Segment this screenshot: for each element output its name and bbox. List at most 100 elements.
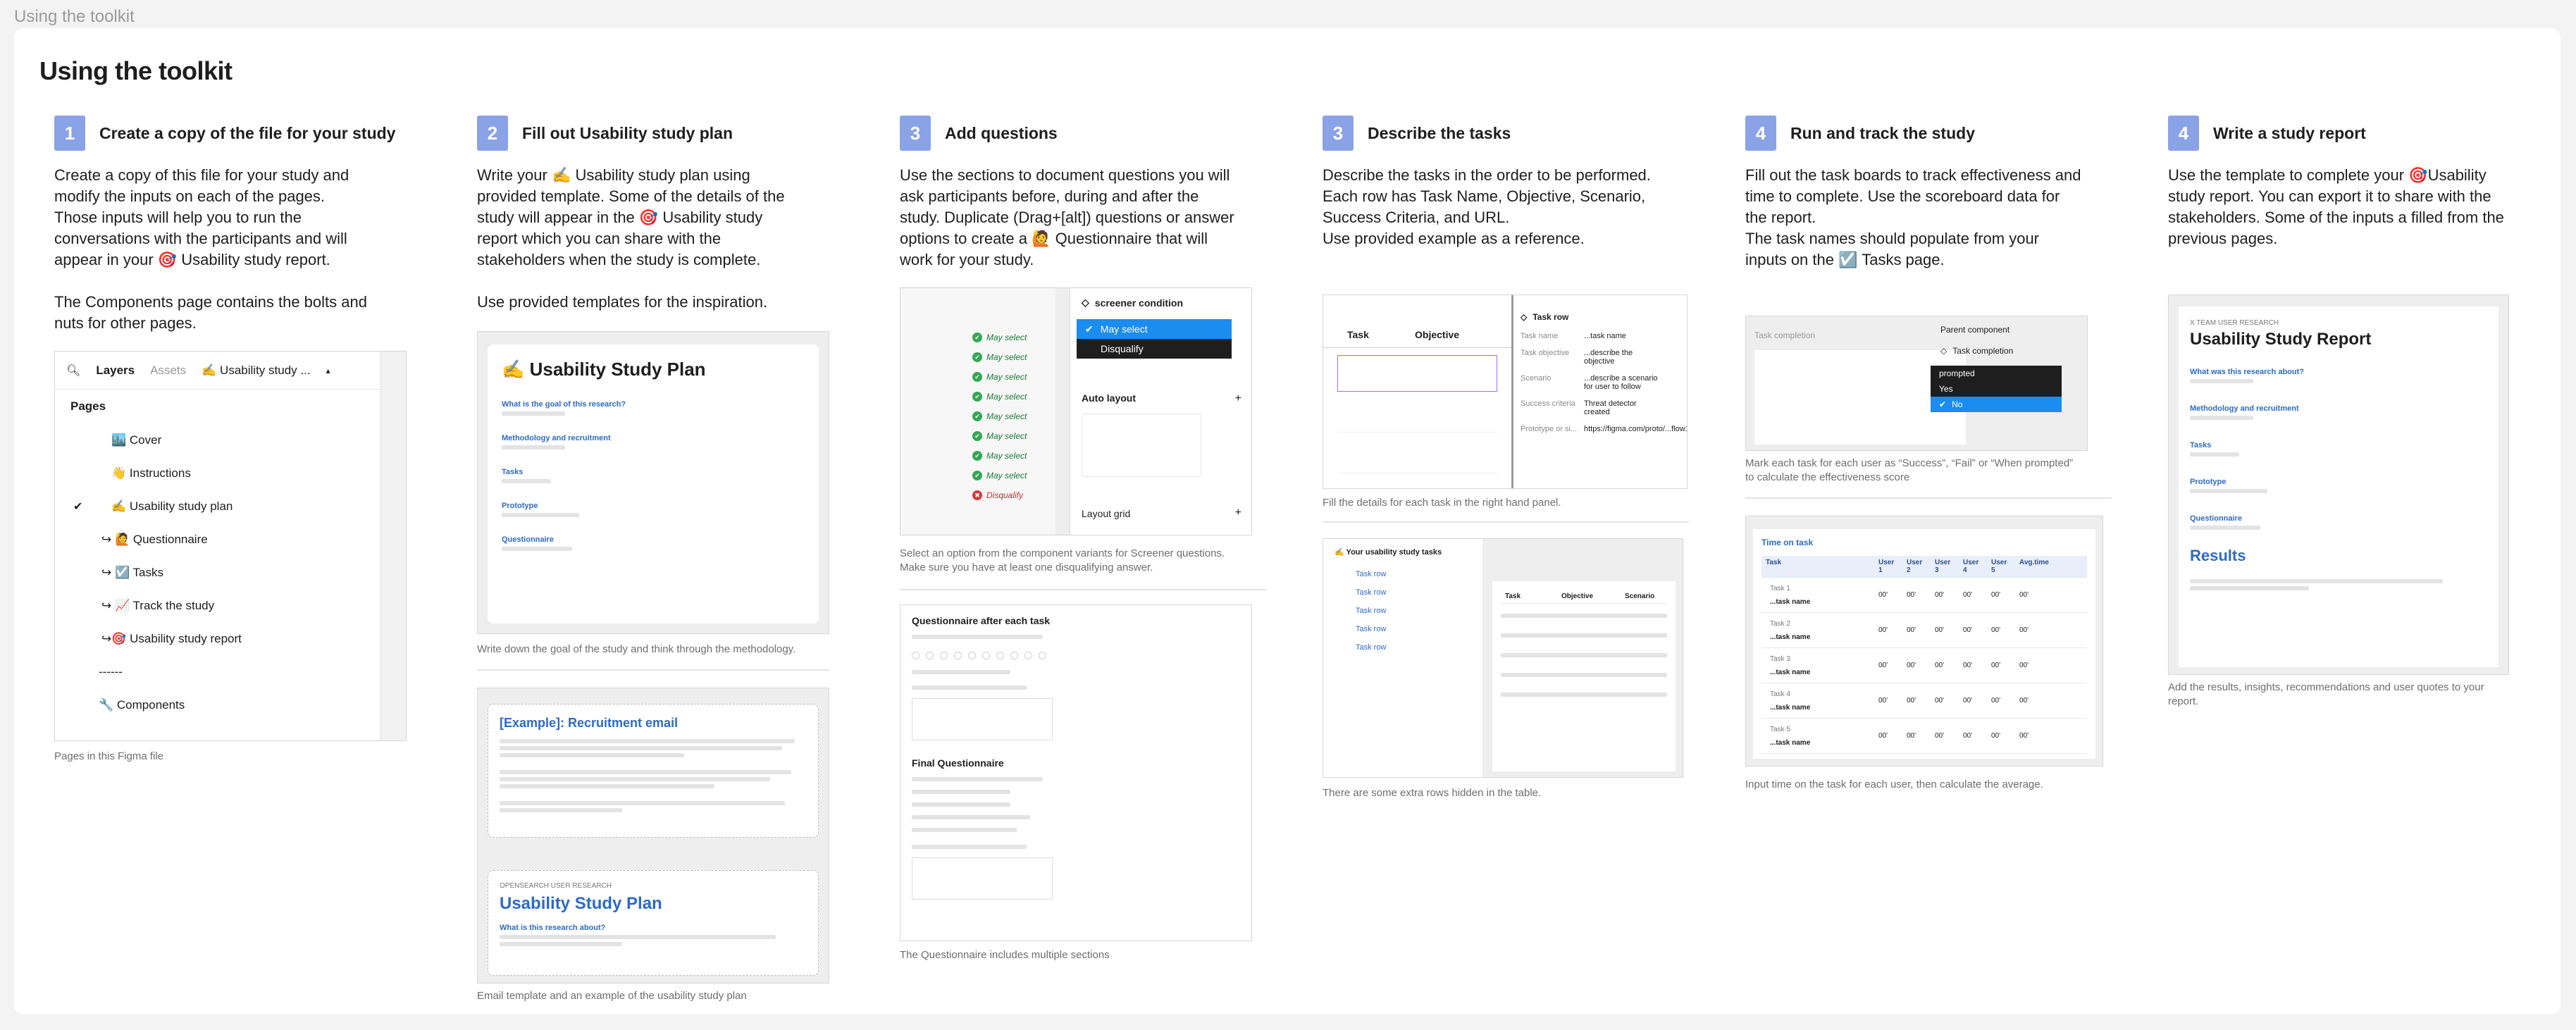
task-completion-title: Task completion (1754, 330, 1816, 340)
screener-condition-label[interactable]: screener condition (1095, 297, 1183, 309)
layout-grid-label: Layout grid (1082, 508, 1131, 519)
current-page-tab[interactable]: ✍️ Usability study ... (202, 364, 310, 378)
email-screenshot: [Example]: Recruitment email OPENSEARCH … (477, 688, 829, 984)
dropdown-option[interactable]: Yes (1931, 381, 2062, 397)
dropdown-option-selected[interactable]: ✔ May select (1077, 319, 1232, 339)
final-questionnaire-title: Final Questionnaire (912, 757, 1004, 769)
step-column-6: 4 Write a study report Use the template … (2168, 116, 2534, 249)
email-title: [Example]: Recruitment email (500, 716, 679, 730)
step-number: 3 (1323, 116, 1354, 151)
step-number: 2 (477, 116, 508, 151)
dropdown-option[interactable]: prompted (1931, 366, 2062, 381)
step-title: Create a copy of the file for your study (99, 123, 396, 142)
divider (1323, 521, 1689, 523)
table-row[interactable] (1337, 396, 1497, 433)
step-number: 4 (2168, 116, 2199, 151)
step-column-3: 3 Add questions Use the sections to docu… (900, 116, 1266, 271)
screener-screenshot: ✔ May select ✔ May select ✔ May select ✔ May… (900, 287, 1252, 535)
questionnaire-screenshot: Questionnaire after each task Final Ques… (900, 604, 1252, 941)
caption: Pages in this Figma file (54, 750, 164, 762)
caption: The Questionnaire includes multiple sect… (900, 949, 1110, 961)
column-header: Objective (1415, 329, 1460, 340)
table-row[interactable]: Task 4 ...task name 00' 00' 00' 00' 00' 00' (1761, 683, 2087, 719)
list-item[interactable]: Task row (1323, 583, 1482, 602)
table-row[interactable] (1337, 355, 1497, 392)
dropdown-option[interactable]: Disqualify (1077, 339, 1232, 359)
report-section: Methodology and recruitment (2190, 404, 2299, 413)
step-title: Add questions (945, 123, 1058, 142)
variant-dropdown[interactable]: ✔ May select Disqualify (1077, 319, 1232, 359)
report-section: Prototype (2190, 478, 2227, 486)
layers-tab[interactable]: Layers (96, 364, 135, 378)
step-description: Use the template to complete your 🎯Usabi… (2168, 166, 2504, 247)
add-icon[interactable]: + (1235, 507, 1241, 519)
caption: Write down the goal of the study and thi… (477, 643, 796, 655)
page-item[interactable]: 🔧 Components (55, 688, 406, 721)
column-header: Task (1347, 329, 1369, 340)
table-row[interactable]: Task 2 ...task name 00' 00' 00' 00' 00' 00' (1761, 613, 2087, 648)
email-eyebrow: OPENSEARCH USER RESEARCH (500, 882, 612, 890)
report-section: Questionnaire (2190, 514, 2242, 523)
page-item-separator[interactable]: ------ (55, 655, 406, 688)
page-item[interactable]: ↪🎯 Usability study report (55, 622, 406, 655)
caption: Fill the details for each task in the ri… (1323, 497, 1561, 509)
step-column-4: 3 Describe the tasks Describe the tasks … (1323, 116, 1689, 249)
plan-screenshot: ✍️ Usability Study Plan What is the goal… (477, 331, 829, 634)
list-item: ✔ May select (900, 367, 1055, 387)
caption: Select an option from the component vari… (900, 547, 1225, 573)
divider (900, 589, 1266, 590)
table-row[interactable]: Task 3 ...task name 00' 00' 00' 00' 00' 00' (1761, 648, 2087, 683)
list-item[interactable]: Task row (1323, 638, 1482, 657)
task-completion-screenshot: Task completion Parent component ◇ Task c… (1745, 316, 2088, 451)
page-item[interactable]: 🏙️ Cover (55, 423, 406, 457)
list-item[interactable]: Task row (1323, 565, 1482, 583)
plan-section: Prototype (502, 502, 538, 510)
list-item: ✔ May select (900, 407, 1055, 426)
report-eyebrow: X TEAM USER RESEARCH (2190, 319, 2279, 327)
plan-example-title: Usability Study Plan (500, 894, 662, 913)
step-description: Use the sections to document questions y… (900, 166, 1234, 268)
add-icon[interactable]: + (1235, 392, 1241, 405)
plan-title: ✍️ Usability Study Plan (502, 359, 706, 380)
step-description: Create a copy of this file for your stud… (54, 166, 367, 332)
frame-label: Using the toolkit (14, 7, 135, 26)
report-section: Tasks (2190, 441, 2212, 449)
caption: Add the results, insights, recommendatio… (2168, 681, 2484, 707)
assets-tab[interactable]: Assets (150, 364, 186, 378)
page-item-selected[interactable]: ✔ ✍️ Usability study plan (55, 490, 406, 523)
caption: Mark each task for each user as “Success… (1745, 457, 2074, 483)
check-icon: ✔ (1085, 323, 1094, 335)
plan-section: Questionnaire (502, 535, 554, 544)
search-icon[interactable]: 🔍︎ (66, 364, 80, 378)
table-row[interactable]: Task 1 ...task name 00' 00' 00' 00' 00' 00' (1761, 578, 2087, 613)
chevron-up-icon[interactable]: ▴ (326, 366, 330, 376)
list-item[interactable]: Task row (1323, 602, 1482, 620)
report-section: What was this research about? (2190, 368, 2304, 376)
list-item[interactable]: Task row (1323, 620, 1482, 638)
scrollbar[interactable] (380, 352, 406, 740)
layers-panel-screenshot: 🔍︎ Layers Assets ✍️ Usability study ... … (54, 351, 407, 741)
table-row[interactable] (1337, 437, 1497, 473)
check-icon: ✔ (1939, 399, 1947, 409)
plan-example-question: What is this research about? (500, 924, 606, 932)
task-row-label[interactable]: Task row (1532, 312, 1568, 322)
page-item[interactable]: ↪ 📈 Track the study (55, 589, 406, 622)
page-item[interactable]: ↪ ☑️ Tasks (55, 556, 406, 589)
divider (477, 669, 829, 671)
time-on-task-title: Time on task (1761, 538, 1814, 547)
toolkit-frame: Using the toolkit 1 Create a copy of the… (14, 28, 2560, 1015)
component-name: Task completion (1952, 346, 2014, 356)
page-item[interactable]: ↪ 🙋 Questionnaire (55, 523, 406, 556)
caption: There are some extra rows hidden in the … (1323, 787, 1542, 799)
step-description: Fill out the task boards to track effect… (1745, 166, 2081, 268)
dropdown-option-selected[interactable]: ✔ No (1931, 397, 2062, 412)
report-screenshot: X TEAM USER RESEARCH Usability Study Rep… (2168, 294, 2509, 675)
table-row[interactable]: Task 5 ...task name 00' 00' 00' 00' 00' 00' (1761, 719, 2087, 754)
list-item: ✔ May select (900, 466, 1055, 485)
page-item[interactable]: 👋 Instructions (55, 457, 406, 490)
step-description: Describe the tasks in the order to be pe… (1323, 166, 1651, 247)
completion-dropdown[interactable]: prompted Yes ✔ No (1931, 366, 2062, 412)
time-on-task-screenshot: Time on task Task User 1 User 2 User 3 U… (1745, 516, 2103, 767)
auto-layout-label: Auto layout (1082, 392, 1136, 404)
tasks-list-title: ✍️ Your usability study tasks (1335, 548, 1442, 557)
